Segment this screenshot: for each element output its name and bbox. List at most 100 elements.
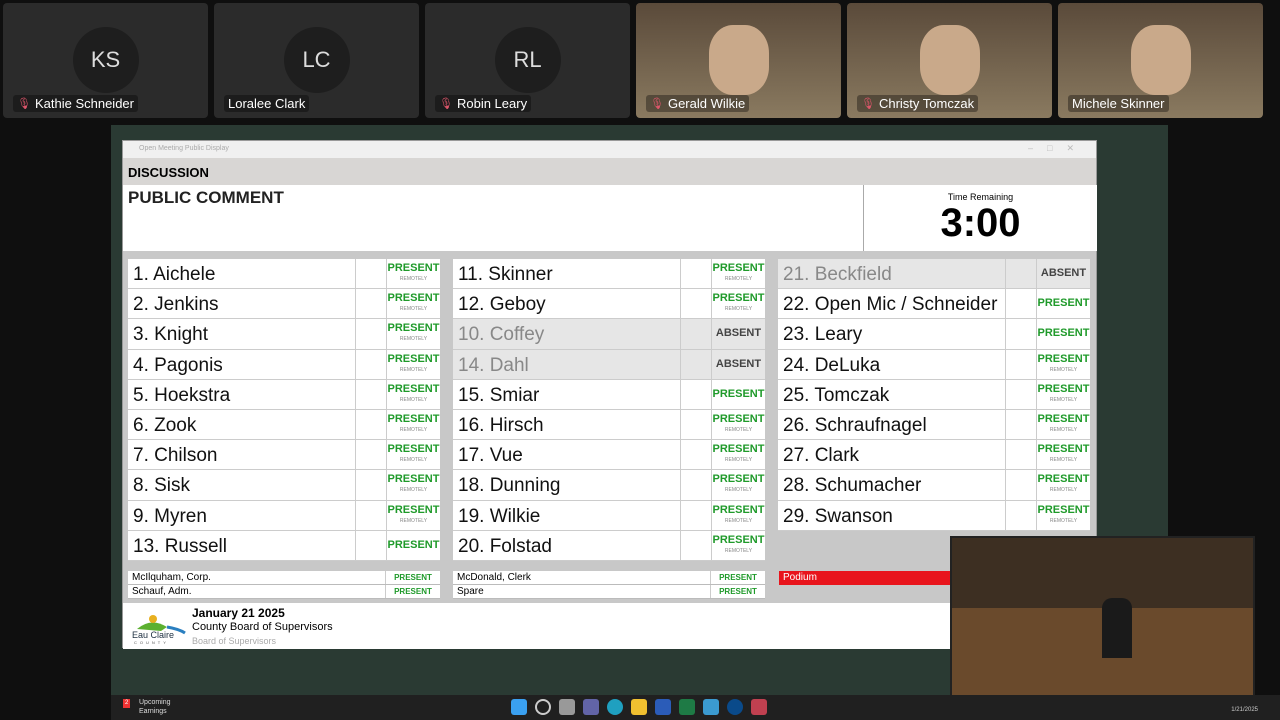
notepad-icon[interactable]: [703, 699, 719, 715]
teams-icon[interactable]: [583, 699, 599, 715]
staff-row: McDonald, Clerk PRESENT: [453, 571, 765, 585]
member-name: 23. Leary: [778, 319, 1006, 349]
podium-indicator: Podium: [779, 571, 954, 585]
member-name: 19. Wilkie: [453, 500, 681, 530]
staff-column: McDonald, Clerk PRESENT Spare PRESENT: [453, 571, 765, 599]
status-sub: REMOTELY: [724, 517, 753, 524]
attendance-status: PRESENT REMOTELY: [1037, 350, 1090, 379]
svg-text:Eau Claire: Eau Claire: [132, 630, 174, 640]
status-text: PRESENT: [1037, 382, 1090, 395]
staff-name: McDonald, Clerk: [453, 571, 711, 584]
status-text: PRESENT: [1037, 443, 1090, 456]
staff-name: McIlquham, Corp.: [128, 571, 386, 584]
roll-row: 27. Clark PRESENT REMOTELY: [778, 440, 1090, 471]
member-name: 13. Russell: [128, 530, 356, 560]
participant-tile[interactable]: RL 🎙︎ Robin Leary: [425, 3, 630, 118]
member-name: 26. Schraufnagel: [778, 409, 1006, 440]
participant-tile[interactable]: Michele Skinner: [1058, 3, 1263, 118]
roll-row: 9. Myren PRESENT REMOTELY: [128, 500, 440, 531]
staff-row: McIlquham, Corp. PRESENT: [128, 571, 440, 585]
open-meeting-icon[interactable]: [751, 699, 767, 715]
attendance-status: PRESENT REMOTELY: [712, 410, 765, 439]
member-name: 11. Skinner: [453, 259, 681, 289]
member-name: 21. Beckfield: [778, 259, 1006, 289]
file-explorer-icon[interactable]: [631, 699, 647, 715]
roll-row: 4. Pagonis PRESENT REMOTELY: [128, 349, 440, 380]
participant-name: Kathie Schneider: [34, 96, 134, 111]
roll-row: 20. Folstad PRESENT REMOTELY: [453, 530, 765, 561]
roll-row: 8. Sisk PRESENT REMOTELY: [128, 470, 440, 501]
status-sub: REMOTELY: [399, 426, 428, 433]
member-name: 20. Folstad: [453, 530, 681, 560]
status-text: PRESENT: [387, 412, 440, 425]
meeting-date: January 21 2025: [192, 606, 285, 620]
status-sub: REMOTELY: [399, 366, 428, 373]
window-controls[interactable]: –□✕: [1028, 143, 1088, 154]
attendance-status: PRESENT REMOTELY: [387, 319, 440, 348]
status-text: ABSENT: [1040, 267, 1087, 279]
staff-row: Spare PRESENT: [453, 585, 765, 599]
attendance-status: ABSENT: [1037, 259, 1090, 288]
member-name: 8. Sisk: [128, 470, 356, 500]
staff-row: Schauf, Adm. PRESENT: [128, 585, 440, 599]
participant-video: [1130, 25, 1191, 95]
attendance-status: PRESENT REMOTELY: [387, 380, 440, 409]
participant-initials: RL: [494, 27, 561, 93]
member-name: 28. Schumacher: [778, 470, 1006, 500]
member-name: 14. Dahl: [453, 349, 681, 379]
member-name: 12. Geboy: [453, 289, 681, 319]
status-text: PRESENT: [712, 533, 765, 546]
member-name: 15. Smiar: [453, 379, 681, 409]
status-sub: REMOTELY: [1049, 517, 1078, 524]
attendance-status: PRESENT REMOTELY: [387, 470, 440, 499]
excel-icon[interactable]: [679, 699, 695, 715]
participant-tiles: KS 🎙︎ Kathie Schneider LC Loralee Clark RL 🎙︎ R…: [3, 3, 1263, 118]
task-view-icon[interactable]: [559, 699, 575, 715]
status-text: PRESENT: [712, 443, 765, 456]
attendance-status: PRESENT REMOTELY: [1037, 440, 1090, 469]
member-name: 9. Myren: [128, 500, 356, 530]
attendance-status: PRESENT REMOTELY: [712, 470, 765, 499]
participant-tile[interactable]: 🎙︎ Christy Tomczak: [847, 3, 1052, 118]
participant-tile[interactable]: LC Loralee Clark: [214, 3, 419, 118]
status-text: PRESENT: [1037, 473, 1090, 486]
participant-name-label: 🎙︎ Robin Leary: [435, 95, 532, 112]
status-text: ABSENT: [715, 327, 762, 340]
start-icon[interactable]: [511, 699, 527, 715]
status-text: PRESENT: [387, 292, 440, 305]
roll-row: 15. Smiar PRESENT: [453, 379, 765, 410]
status-sub: REMOTELY: [724, 457, 753, 464]
attendance-status: PRESENT REMOTELY: [712, 531, 765, 560]
staff-status: PRESENT: [719, 573, 757, 582]
participant-tile[interactable]: 🎙︎ Gerald Wilkie: [636, 3, 841, 118]
attendance-status: PRESENT REMOTELY: [712, 289, 765, 318]
svg-text:COUNTY: COUNTY: [134, 640, 169, 645]
roll-row: 25. Tomczak PRESENT REMOTELY: [778, 379, 1090, 410]
word-icon[interactable]: [655, 699, 671, 715]
roll-row: 3. Knight PRESENT REMOTELY: [128, 319, 440, 350]
roll-row: 1. Aichele PRESENT REMOTELY: [128, 259, 440, 290]
status-sub: REMOTELY: [1049, 426, 1078, 433]
widget-line1: Upcoming: [139, 699, 171, 706]
search-icon[interactable]: [535, 699, 551, 715]
widgets-button[interactable]: 2 Upcoming Earnings: [121, 698, 171, 716]
edge-icon[interactable]: [607, 699, 623, 715]
roll-row: 13. Russell PRESENT: [128, 530, 440, 561]
participant-tile[interactable]: KS 🎙︎ Kathie Schneider: [3, 3, 208, 118]
attendance-status: ABSENT: [712, 350, 765, 379]
member-name: 16. Hirsch: [453, 409, 681, 440]
status-text: PRESENT: [1037, 503, 1090, 516]
staff-status: PRESENT: [719, 587, 757, 596]
participant-name-label: 🎙︎ Gerald Wilkie: [646, 95, 750, 112]
member-name: 7. Chilson: [128, 440, 356, 470]
status-text: PRESENT: [387, 443, 440, 456]
status-text: PRESENT: [1037, 297, 1090, 310]
status-text: PRESENT: [1037, 352, 1090, 365]
taskbar-date: 1/21/2025: [1231, 707, 1258, 713]
section-label: DISCUSSION: [123, 158, 1096, 185]
staff-name: Schauf, Adm.: [128, 585, 386, 598]
staff-column: McIlquham, Corp. PRESENT Schauf, Adm. PRESE…: [128, 571, 440, 599]
webex-icon[interactable]: [727, 699, 743, 715]
participant-name: Michele Skinner: [1072, 96, 1165, 111]
status-sub: REMOTELY: [1049, 457, 1078, 464]
